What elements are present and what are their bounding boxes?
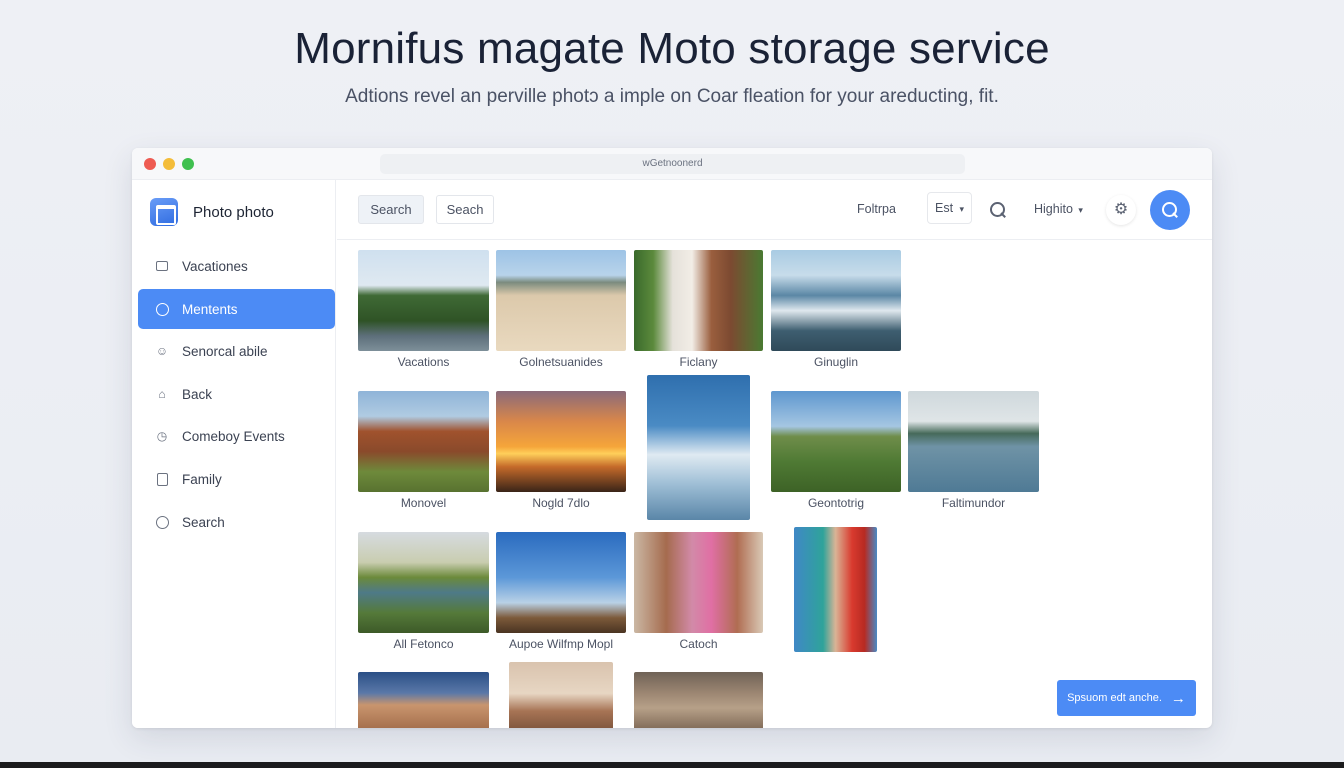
sort-select[interactable]: Est ▾ (927, 192, 973, 224)
address-bar[interactable]: wGetnoonerd (380, 154, 965, 174)
sidebar-item-label: Comeboy Events (182, 428, 285, 444)
toolbar: Search Seach Foltrpa Est ▾ Highito ▾ ⚙ (337, 180, 1212, 240)
chevron-down-icon: ▾ (1078, 205, 1083, 215)
sidebar-item-mentents[interactable]: Mentents (138, 289, 335, 329)
next-button-label: Spsuom edt anche. (1067, 692, 1162, 704)
hero-title: Mornifus magate Moto storage service (294, 24, 1050, 73)
sidebar: Photo photo Vacationes Mentents ☺ Senorc… (132, 180, 336, 728)
smiley-icon: ☺ (155, 344, 169, 358)
brand[interactable]: Photo photo (150, 198, 274, 226)
photo-thumbnail[interactable] (771, 250, 901, 351)
search-icon (990, 202, 1006, 218)
sidebar-item-label: Search (182, 514, 225, 530)
photo-caption: Catoch (679, 637, 718, 651)
sidebar-item-label: Vacationes (182, 258, 248, 274)
photo-caption: Nogld 7dlo (532, 496, 590, 510)
photo-thumbnail[interactable] (358, 672, 489, 728)
album-icon (155, 259, 169, 273)
brand-name: Photo photo (193, 203, 274, 221)
search-button[interactable]: Seach (436, 195, 494, 224)
screen-bottom-edge (0, 762, 1344, 768)
circle-icon (155, 515, 169, 529)
photo-thumbnail[interactable] (771, 391, 901, 492)
view-select[interactable]: Highito ▾ (1034, 202, 1083, 216)
next-button[interactable]: Spsuom edt anche. → (1057, 680, 1196, 716)
sidebar-item-vacationes[interactable]: Vacationes (138, 246, 335, 286)
sidebar-item-senorcal-abile[interactable]: ☺ Senorcal abile (138, 331, 335, 371)
view-select-value: Highito (1034, 202, 1073, 216)
sidebar-item-label: Back (182, 386, 213, 402)
settings-button[interactable]: ⚙ (1106, 195, 1136, 225)
photo-thumbnail[interactable] (496, 250, 626, 351)
sidebar-item-back[interactable]: ⌂ Back (138, 374, 335, 414)
search-icon (1162, 202, 1178, 218)
sidebar-item-search[interactable]: Search (138, 502, 335, 542)
photo-thumbnail[interactable] (496, 391, 626, 492)
maximize-window-button[interactable] (182, 158, 194, 170)
sidebar-item-label: Mentents (182, 301, 238, 317)
photo-thumbnail[interactable] (634, 672, 763, 728)
clock-icon: ◷ (156, 429, 168, 443)
arrow-right-icon: → (1170, 689, 1186, 707)
photo-thumbnail[interactable] (358, 532, 489, 633)
sort-select-value: Est (935, 201, 954, 215)
home-icon: ⌂ (158, 387, 166, 401)
chevron-down-icon: ▾ (959, 204, 965, 214)
photo-thumbnail[interactable] (634, 250, 763, 351)
chat-icon (155, 302, 169, 316)
frame-icon (155, 472, 169, 486)
app-window: wGetnoonerd Photo photo Vacationes Mente… (132, 148, 1212, 728)
photo-thumbnail[interactable] (496, 532, 626, 633)
sidebar-item-label: Family (182, 471, 222, 487)
photo-gallery: Vacations Golnetsuanides Ficlany Ginugli… (337, 241, 1212, 728)
photo-caption: Faltimundor (941, 496, 1006, 510)
photo-caption: Ficlany (679, 355, 718, 369)
photo-thumbnail[interactable] (794, 527, 877, 652)
sidebar-item-label: Senorcal abile (182, 343, 268, 359)
photo-caption: Aupoe Wilfmp Mopl (508, 637, 614, 651)
title-bar: wGetnoonerd (132, 148, 1212, 180)
sidebar-item-family[interactable]: Family (138, 459, 335, 499)
search-toolbar-button[interactable] (983, 195, 1013, 225)
primary-search-button[interactable] (1150, 190, 1190, 230)
photo-caption: Golnetsuanides (519, 355, 603, 369)
photo-caption: Monovel (400, 496, 447, 510)
photo-caption: Geontotrig (807, 496, 865, 510)
photo-thumbnail[interactable] (509, 662, 613, 728)
hero-subtitle: Adtions revel an perville photↄ a imple … (345, 86, 999, 107)
sidebar-item-comeboy-events[interactable]: ◷ Comeboy Events (138, 416, 335, 456)
photo-thumbnail[interactable] (358, 391, 489, 492)
photo-thumbnail[interactable] (634, 532, 763, 633)
photo-thumbnail[interactable] (647, 375, 750, 520)
photo-caption: Ginuglin (813, 355, 859, 369)
close-window-button[interactable] (144, 158, 156, 170)
photo-thumbnail[interactable] (908, 391, 1039, 492)
photo-app-logo-icon (150, 198, 178, 226)
photo-thumbnail[interactable] (358, 250, 489, 351)
gear-icon: ⚙ (1113, 201, 1129, 218)
photo-caption: Vacations (397, 355, 450, 369)
folder-filter[interactable]: Foltrpa (857, 202, 896, 216)
minimize-window-button[interactable] (163, 158, 175, 170)
search-tab[interactable]: Search (358, 195, 424, 224)
photo-caption: All Fetonco (393, 637, 454, 651)
